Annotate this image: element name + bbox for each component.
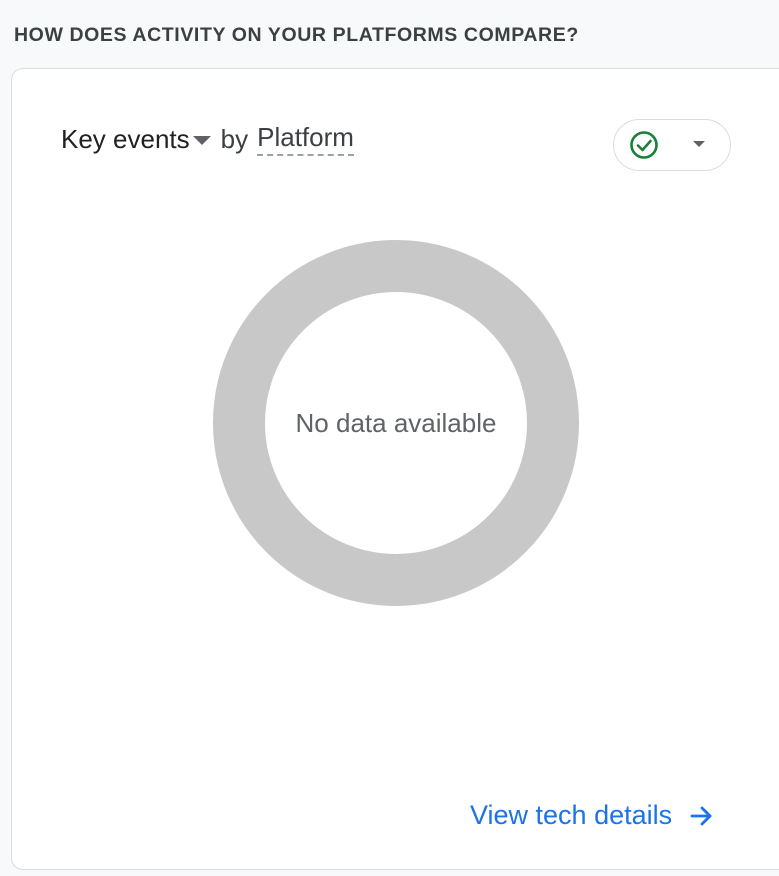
view-tech-details-label: View tech details	[470, 800, 673, 830]
metric-label: Key events	[61, 123, 190, 154]
by-label: by	[220, 123, 249, 154]
section-heading: HOW DOES ACTIVITY ON YOUR PLATFORMS COMP…	[14, 24, 579, 46]
metric-dropdown[interactable]: Key events	[61, 124, 211, 155]
dimension-selector[interactable]: Platform	[257, 122, 354, 156]
caret-down-icon	[192, 135, 211, 145]
view-tech-details-link[interactable]: View tech details	[470, 800, 716, 831]
no-data-text: No data available	[295, 407, 497, 438]
chevron-down-icon	[693, 141, 705, 147]
check-circle-icon	[630, 131, 658, 159]
card-title: Key events by Platform	[61, 122, 354, 156]
platform-card: Key events by Platform No data available…	[11, 68, 779, 870]
arrow-right-icon	[690, 806, 712, 825]
comparison-button[interactable]	[613, 119, 731, 171]
no-data-message: No data available	[213, 240, 579, 606]
